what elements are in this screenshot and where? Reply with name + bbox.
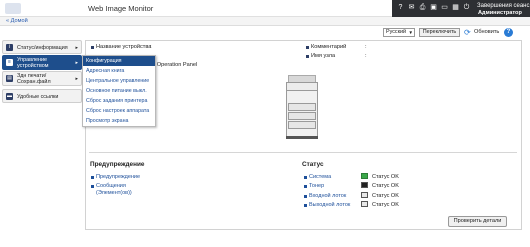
comment-label: Комментарий <box>311 44 347 50</box>
menu-item-screen-monitoring[interactable]: Просмотр экрана <box>83 116 155 126</box>
menu-item-main-power-off[interactable]: Основное питание выкл. <box>83 86 155 96</box>
device-management-menu: Конфигурация Адресная книга Центральное … <box>82 55 156 127</box>
menu-item-address-book[interactable]: Адресная книга <box>83 66 155 76</box>
status-system-value: Статус OK <box>372 174 399 180</box>
grid-icon[interactable]: ▦ <box>451 3 460 12</box>
printer-icon[interactable]: ⎙ <box>418 3 427 12</box>
top-toolbar: ? ✉ ⎙ ▣ ▭ ▦ ⏻ Завершения сеанс Администр… <box>392 0 530 17</box>
switch-language-button[interactable]: Переключить <box>419 28 460 37</box>
system-status-icon <box>361 173 368 179</box>
device-name-value: : <box>150 44 152 50</box>
refresh-link[interactable]: Обновить <box>474 29 499 35</box>
device-name-label: Название устройства <box>96 44 152 50</box>
menu-item-configuration[interactable]: Конфигурация <box>83 56 155 66</box>
host-name-value: : <box>365 53 367 59</box>
bullet-icon <box>304 195 307 198</box>
bullet-icon <box>306 55 309 58</box>
user-name: Администратор <box>478 10 522 16</box>
sidebar-item-device-management[interactable]: ≡ Управление устройством ▸ <box>2 55 82 70</box>
sidebar-item-favorites[interactable]: ▬ Удобные ссылки <box>2 89 82 103</box>
info-icon: i <box>6 44 13 51</box>
bullet-icon <box>304 185 307 188</box>
home-link[interactable]: « Домой <box>6 18 28 24</box>
home-label: Домой <box>10 18 28 24</box>
menu-item-reset-printer-job[interactable]: Сброс задания принтера <box>83 96 155 106</box>
links-icon: ▬ <box>6 93 13 100</box>
check-details-button[interactable]: Проверить детали <box>448 216 507 227</box>
folder-icon[interactable]: ▭ <box>440 3 449 12</box>
language-value: Русский <box>386 29 407 35</box>
sidebar-item-label: Здн печати/Сохран.файл <box>17 73 51 85</box>
messages-count[interactable]: (Элемент(ов)) <box>96 190 132 196</box>
host-name-label: Имя узла <box>311 53 336 59</box>
sidebar-item-label: Управление устройством <box>17 57 49 69</box>
chevron-down-icon: ▼ <box>408 30 413 35</box>
warning-link[interactable]: Предупреждение <box>96 174 140 180</box>
status-toner-link[interactable]: Тонер <box>309 183 324 189</box>
print-jobs-icon: ▤ <box>6 75 13 82</box>
top-bar: Web Image Monitor ? ✉ ⎙ ▣ ▭ ▦ ⏻ Завершен… <box>0 0 530 17</box>
toner-icon <box>361 182 368 188</box>
sidebar-item-label: Статус/информация <box>17 45 68 51</box>
chevron-right-icon: ▸ <box>75 60 78 66</box>
menu-item-central-management[interactable]: Центральное управление <box>83 76 155 86</box>
language-select[interactable]: Русский ▼ <box>383 28 415 37</box>
status-title: Статус <box>302 161 324 168</box>
printer-image <box>284 75 320 139</box>
device-icon: ≡ <box>6 59 13 66</box>
app-title: Web Image Monitor <box>88 4 154 13</box>
comment-value: : <box>365 44 367 50</box>
warning-title: Предупреждение <box>90 161 145 168</box>
power-icon[interactable]: ⏻ <box>462 3 471 12</box>
messages-link[interactable]: Сообщения <box>96 183 126 189</box>
help-icon[interactable]: ? <box>396 3 405 12</box>
status-toner-value: Статус OK <box>372 183 399 189</box>
bullet-icon <box>304 176 307 179</box>
section-divider <box>89 152 517 153</box>
input-tray-icon <box>361 192 368 198</box>
logout-link[interactable]: Завершения сеанс <box>477 3 529 9</box>
output-tray-icon <box>361 201 368 207</box>
bullet-icon <box>91 185 94 188</box>
refresh-icon[interactable]: ⟳ <box>464 28 473 37</box>
menu-item-reset-device[interactable]: Сброс настроек аппарата <box>83 106 155 116</box>
status-output-tray-link[interactable]: Выходной лоток <box>309 202 350 208</box>
bullet-icon <box>91 46 94 49</box>
bullet-icon <box>304 204 307 207</box>
status-output-tray-value: Статус OK <box>372 202 399 208</box>
chevron-right-icon: ▸ <box>75 76 78 82</box>
breadcrumb-bar: « Домой <box>0 17 530 26</box>
brand-logo <box>5 3 21 14</box>
sidebar-item-label: Удобные ссылки <box>17 94 59 100</box>
bullet-icon <box>306 46 309 49</box>
status-input-tray-value: Статус OK <box>372 193 399 199</box>
bullet-icon <box>91 176 94 179</box>
status-system-link[interactable]: Система <box>309 174 331 180</box>
help-circle-icon[interactable]: ? <box>504 28 513 37</box>
message-icon[interactable]: ✉ <box>407 3 416 12</box>
sidebar-item-print-jobs[interactable]: ▤ Здн печати/Сохран.файл ▸ <box>2 71 82 86</box>
screen-icon[interactable]: ▣ <box>429 3 438 12</box>
status-input-tray-link[interactable]: Входной лоток <box>309 193 346 199</box>
sidebar-item-status[interactable]: i Статус/информация ▸ <box>2 40 82 54</box>
chevron-right-icon: ▸ <box>75 45 78 51</box>
